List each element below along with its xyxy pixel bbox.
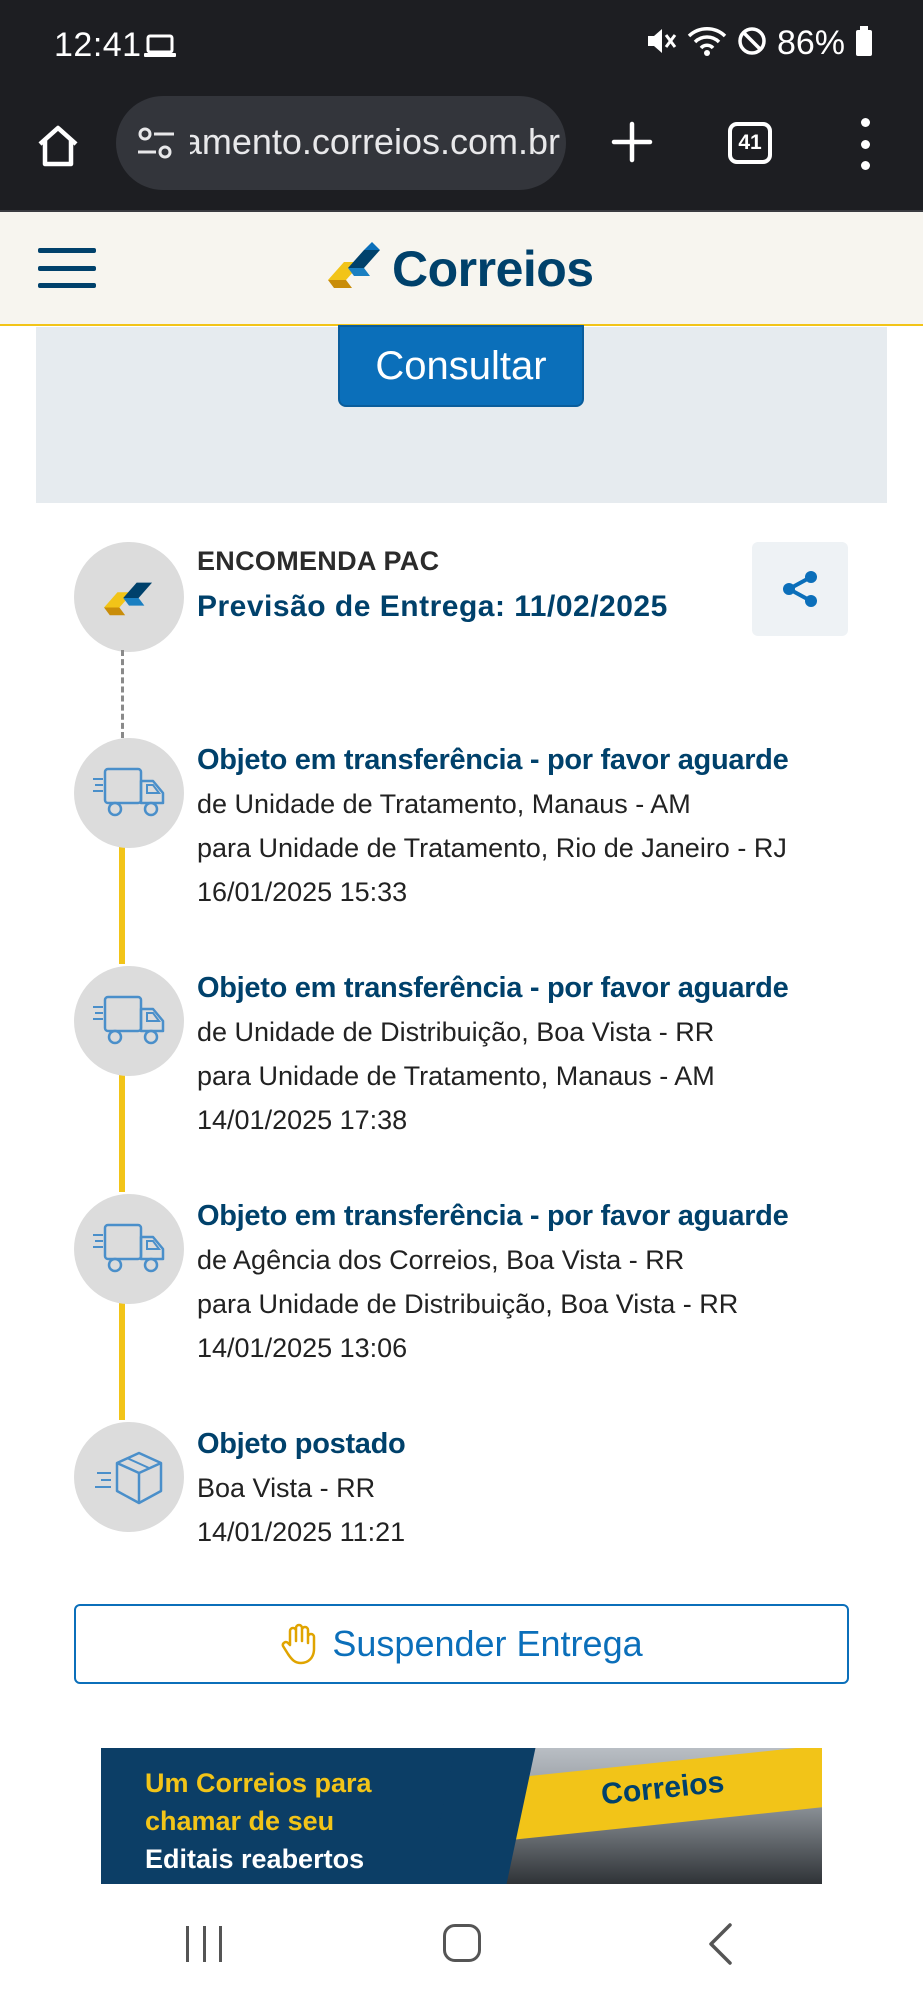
- event-icon-circle: [74, 1422, 184, 1532]
- wifi-icon: [687, 25, 727, 62]
- suspend-delivery-label: Suspender Entrega: [332, 1623, 643, 1664]
- home-button[interactable]: [30, 118, 86, 174]
- timeline-connector: [119, 846, 125, 964]
- back-icon[interactable]: [706, 1922, 734, 1971]
- hand-stop-icon: [282, 1623, 316, 1665]
- truck-icon: [93, 767, 165, 817]
- event-title: Objeto em transferência - por favor agua…: [197, 744, 789, 776]
- system-navigation-bar: [0, 1884, 923, 2000]
- event-location: Boa Vista - RR: [197, 1473, 376, 1503]
- event-title: Objeto postado: [197, 1428, 406, 1460]
- event-icon-circle: [74, 1194, 184, 1304]
- event-title: Objeto em transferência - por favor agua…: [197, 1200, 789, 1232]
- correios-logo-icon: [104, 582, 153, 616]
- correios-logo[interactable]: Correios: [322, 238, 594, 300]
- timeline-dashed-connector: [121, 650, 124, 738]
- correios-logo-mark: [328, 242, 380, 288]
- laptop-icon: [144, 34, 176, 63]
- home-icon: [38, 125, 78, 167]
- status-time: 12:41: [54, 26, 142, 64]
- event-datetime: 14/01/2025 11:21: [197, 1517, 406, 1547]
- url-text[interactable]: rastreamento.correios.com.br: [190, 121, 560, 167]
- suspend-delivery-button[interactable]: Suspender Entrega: [74, 1604, 849, 1684]
- battery-percent: 86%: [776, 24, 845, 62]
- tab-switcher-button[interactable]: 41: [728, 122, 772, 164]
- event-destination: para Unidade de Tratamento, Manaus - AM: [197, 1061, 715, 1091]
- search-panel: Consultar: [36, 325, 887, 503]
- tracking-event: Objeto em transferência - por favor agua…: [197, 1194, 897, 1370]
- event-origin: de Unidade de Tratamento, Manaus - AM: [197, 789, 691, 819]
- event-origin: de Agência dos Correios, Boa Vista - RR: [197, 1245, 685, 1275]
- object-type: ENCOMENDA PAC: [197, 546, 440, 576]
- delivery-forecast: Previsão de Entrega: 11/02/2025: [197, 590, 668, 623]
- more-options-icon[interactable]: [846, 116, 884, 172]
- package-logo-circle: [74, 542, 184, 652]
- plus-icon: [611, 121, 653, 163]
- tracking-event: Objeto em transferência - por favor agua…: [197, 966, 897, 1142]
- share-button[interactable]: [752, 542, 848, 636]
- menu-icon[interactable]: [38, 248, 96, 288]
- site-settings-icon[interactable]: [136, 126, 176, 165]
- event-destination: para Unidade de Tratamento, Rio de Janei…: [197, 833, 787, 863]
- battery-icon: [855, 26, 873, 61]
- event-origin: de Unidade de Distribuição, Boa Vista - …: [197, 1017, 715, 1047]
- event-destination: para Unidade de Distribuição, Boa Vista …: [197, 1289, 739, 1319]
- site-header: Correios: [0, 212, 923, 326]
- tracking-event: Objeto postado Boa Vista - RR 14/01/2025…: [197, 1422, 897, 1554]
- status-bar: 12:41 86%: [0, 0, 923, 92]
- tracking-event: Objeto em transferência - por favor agua…: [197, 738, 897, 914]
- truck-icon: [93, 995, 165, 1045]
- browser-toolbar: rastreamento.correios.com.br 41: [0, 92, 923, 212]
- consultar-button[interactable]: Consultar: [338, 325, 584, 407]
- event-icon-circle: [74, 738, 184, 848]
- truck-icon: [93, 1223, 165, 1273]
- recent-apps-icon[interactable]: [186, 1926, 222, 1962]
- banner-headline-2: chamar de seu: [145, 1806, 335, 1836]
- status-icons: 86%: [645, 24, 873, 63]
- event-datetime: 14/01/2025 13:06: [197, 1333, 408, 1363]
- address-bar[interactable]: rastreamento.correios.com.br: [116, 96, 566, 190]
- promo-banner[interactable]: Correios Um Correios para chamar de seu …: [101, 1748, 822, 1884]
- event-icon-circle: [74, 966, 184, 1076]
- timeline-connector: [119, 1302, 125, 1420]
- event-title: Objeto em transferência - por favor agua…: [197, 972, 789, 1004]
- timeline-connector: [119, 1074, 125, 1192]
- new-tab-button[interactable]: [604, 114, 660, 170]
- banner-headline: Um Correios para: [145, 1768, 372, 1798]
- do-not-disturb-icon: [737, 26, 767, 61]
- event-datetime: 14/01/2025 17:38: [197, 1105, 408, 1135]
- package-icon: [95, 1451, 163, 1505]
- brand-name: Correios: [392, 241, 594, 297]
- share-icon: [783, 571, 817, 607]
- banner-subline: Editais reabertos: [145, 1844, 365, 1874]
- mute-icon: [645, 26, 677, 61]
- home-nav-icon[interactable]: [443, 1924, 481, 1962]
- event-datetime: 16/01/2025 15:33: [197, 877, 408, 907]
